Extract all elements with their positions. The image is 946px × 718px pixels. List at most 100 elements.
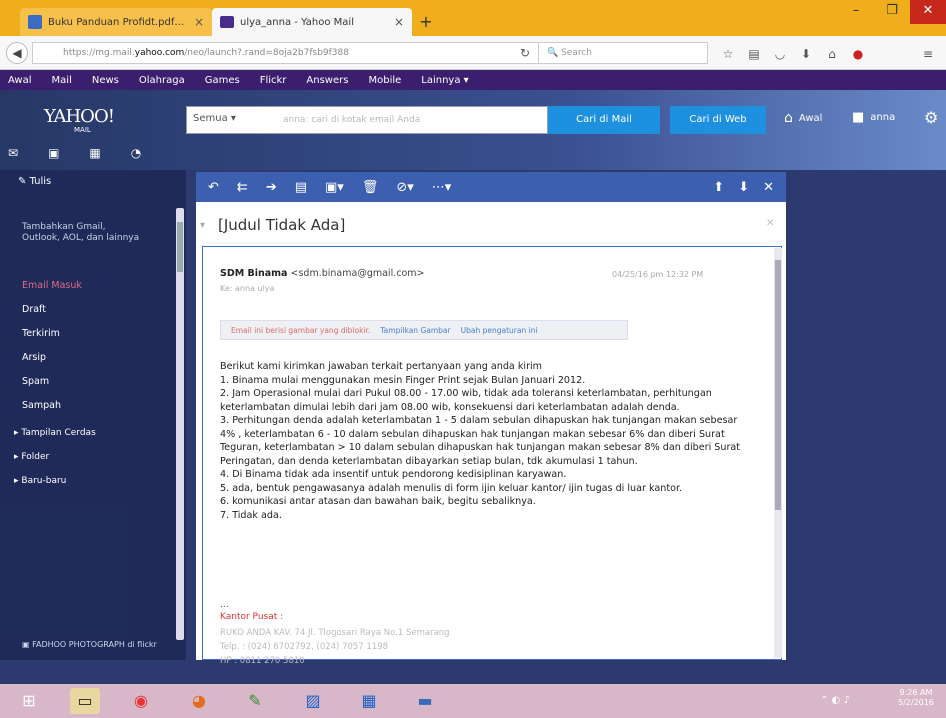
download-icon[interactable]: ⬇ [798, 46, 814, 62]
blocked-images-warning: Email ini berisi gambar yang diblokir. [231, 325, 371, 335]
close-tab-icon[interactable]: × [194, 15, 204, 29]
group-folders[interactable]: ▸ Folder [14, 452, 49, 462]
url-prefix: https://mg.mail. [63, 48, 135, 58]
nav-olahraga[interactable]: Olahraga [139, 75, 185, 86]
reply-all-icon[interactable]: ⇇ [237, 180, 248, 195]
url-bar[interactable]: https://mg.mail.yahoo.com/neo/launch?.ra… [32, 42, 562, 64]
nav-answers[interactable]: Answers [306, 75, 348, 86]
reply-icon[interactable]: ↶ [208, 180, 219, 195]
signature-title: Kantor Pusat : [220, 612, 284, 622]
user-link[interactable]: ■ anna [852, 110, 895, 125]
mail-search-input[interactable]: Semua ▾ anna: cari di kotak email Anda [186, 106, 548, 134]
message-toolbar: ↶ ⇇ ➔ ▤ ▣▾ 🗑 ⊘▾ ⋯▾ ⬆ ⬇ ✕ [196, 172, 786, 202]
system-clock[interactable]: 9:26 AM 5/2/2016 [898, 688, 934, 708]
file-explorer-icon[interactable]: ▭ [70, 688, 100, 714]
tab-label: Buku Panduan Profidt.pdf… [48, 16, 185, 28]
move-icon[interactable]: ▣▾ [325, 180, 344, 195]
more-icon[interactable]: ⋯▾ [432, 180, 452, 195]
search-placeholder: anna: cari di kotak email Anda [283, 115, 421, 125]
tab-yahoo-mail[interactable]: ulya_anna - Yahoo Mail × [212, 8, 412, 36]
show-images-link[interactable]: Tampilkan Gambar [380, 326, 450, 335]
collapse-icon[interactable]: ▾ [200, 220, 205, 231]
group-recent[interactable]: ▸ Baru-baru [14, 476, 66, 486]
nav-awal[interactable]: Awal [8, 75, 32, 86]
nav-mobile[interactable]: Mobile [368, 75, 401, 86]
compose-button[interactable]: ✎ Tulis [18, 176, 51, 187]
monitor-icon[interactable]: ▬ [410, 688, 440, 714]
bookmark-star-icon[interactable]: ☆ [720, 46, 736, 62]
message-scrollbar[interactable] [774, 248, 782, 658]
logo-sub: MAIL [74, 126, 91, 134]
change-settings-link[interactable]: Ubah pengaturan ini [461, 326, 538, 335]
sender-line: SDM Binama <sdm.binama@gmail.com> [220, 268, 424, 279]
menu-icon[interactable]: ≡ [920, 46, 936, 62]
close-message-icon[interactable]: ✕ [763, 180, 774, 195]
firefox-icon[interactable]: ◕ [184, 688, 214, 714]
folder-draft[interactable]: Draft [22, 304, 46, 315]
signature-hp: HP : 0811 270 5810 [220, 656, 305, 666]
home-icon[interactable]: ⌂ [824, 46, 840, 62]
archive-icon[interactable]: ▤ [295, 180, 307, 195]
url-domain: yahoo.com [134, 48, 185, 58]
paint-icon[interactable]: ▨ [298, 688, 328, 714]
adblock-icon[interactable]: ● [850, 46, 866, 62]
search-web-button[interactable]: Cari di Web [670, 106, 766, 134]
sender-email[interactable]: <sdm.binama@gmail.com> [291, 268, 425, 279]
delete-icon[interactable]: 🗑 [362, 180, 379, 195]
signature-phone: Telp. : (024) 6702792, (024) 7057 1198 [220, 642, 389, 652]
spam-icon[interactable]: ⊘▾ [396, 180, 413, 195]
new-tab-button[interactable]: + [416, 12, 436, 32]
nav-lainnya[interactable]: Lainnya ▾ [421, 75, 468, 86]
forward-icon[interactable]: ➔ [266, 180, 277, 195]
home-link[interactable]: ⌂ Awal [784, 110, 822, 126]
photos-icon[interactable]: ▦ [354, 688, 384, 714]
reload-icon[interactable]: ↻ [520, 46, 530, 60]
search-scope-dropdown[interactable]: Semua ▾ [193, 113, 236, 124]
next-message-icon[interactable]: ⬇ [738, 180, 749, 195]
tab-pdf[interactable]: Buku Panduan Profidt.pdf… × [20, 8, 212, 36]
minimize-button[interactable]: – [838, 0, 874, 24]
calendar-icon[interactable]: ▦ [89, 146, 100, 160]
browser-search-input[interactable]: 🔍 Search [538, 42, 708, 64]
yahoo-top-nav: Awal Mail News Olahraga Games Flickr Ans… [0, 70, 946, 90]
folder-sent[interactable]: Terkirim [22, 328, 60, 339]
contacts-icon[interactable]: ▣ [48, 146, 59, 160]
nav-mail[interactable]: Mail [52, 75, 72, 86]
body-paragraph: Berikut kami kirimkan jawaban terkait pe… [220, 361, 543, 372]
close-window-button[interactable]: ✕ [910, 0, 946, 24]
back-button[interactable]: ◀ [6, 42, 28, 64]
folder-archive[interactable]: Arsip [22, 352, 46, 363]
nav-flickr[interactable]: Flickr [260, 75, 287, 86]
nav-news[interactable]: News [92, 75, 119, 86]
gear-icon[interactable]: ⚙ [924, 108, 938, 127]
chrome-icon[interactable]: ◉ [126, 688, 156, 714]
nav-games[interactable]: Games [205, 75, 240, 86]
signature-address: RUKO ANDA KAV. 74 Jl. Tlogosari Raya No.… [220, 628, 450, 638]
group-smart-views[interactable]: ▸ Tampilan Cerdas [14, 428, 96, 438]
sidebar-scrollbar[interactable] [176, 208, 184, 640]
folder-trash[interactable]: Sampah [22, 400, 61, 411]
reading-list-icon[interactable]: ▤ [746, 46, 762, 62]
tray-icons[interactable]: ⌃ ◐ ♪ [820, 688, 850, 714]
message-body: Berikut kami kirimkan jawaban terkait pe… [220, 360, 744, 522]
folder-inbox[interactable]: Email Masuk [22, 280, 82, 291]
previous-message-icon[interactable]: ⬆ [713, 180, 724, 195]
maximize-button[interactable]: ❐ [874, 0, 910, 24]
close-thread-icon[interactable]: ✕ [766, 218, 774, 229]
search-mail-button[interactable]: Cari di Mail [548, 106, 660, 134]
close-tab-icon[interactable]: × [394, 15, 404, 29]
add-accounts-link[interactable]: Tambahkan Gmail, Outlook, AOL, dan lainn… [22, 222, 142, 244]
mail-icon[interactable]: ✉ [8, 146, 18, 160]
folder-spam[interactable]: Spam [22, 376, 49, 387]
body-paragraph: 1. Binama mulai menggunakan mesin Finger… [220, 374, 586, 386]
notepad-icon[interactable]: ◔ [131, 146, 141, 160]
pocket-icon[interactable]: ◡ [772, 46, 788, 62]
browser-tab-bar: Buku Panduan Profidt.pdf… × ulya_anna - … [0, 0, 946, 36]
yahoo-logo[interactable]: YAHOO! [44, 106, 115, 127]
sender-name[interactable]: SDM Binama [220, 268, 287, 279]
windows-start-icon[interactable]: ⊞ [14, 688, 44, 714]
background-credit[interactable]: ▣ FADHOO PHOTOGRAPH di flickr [22, 640, 157, 650]
edit-app-icon[interactable]: ✎ [240, 688, 270, 714]
user-icon: ■ [852, 110, 865, 125]
image-icon: ▣ [22, 640, 33, 649]
